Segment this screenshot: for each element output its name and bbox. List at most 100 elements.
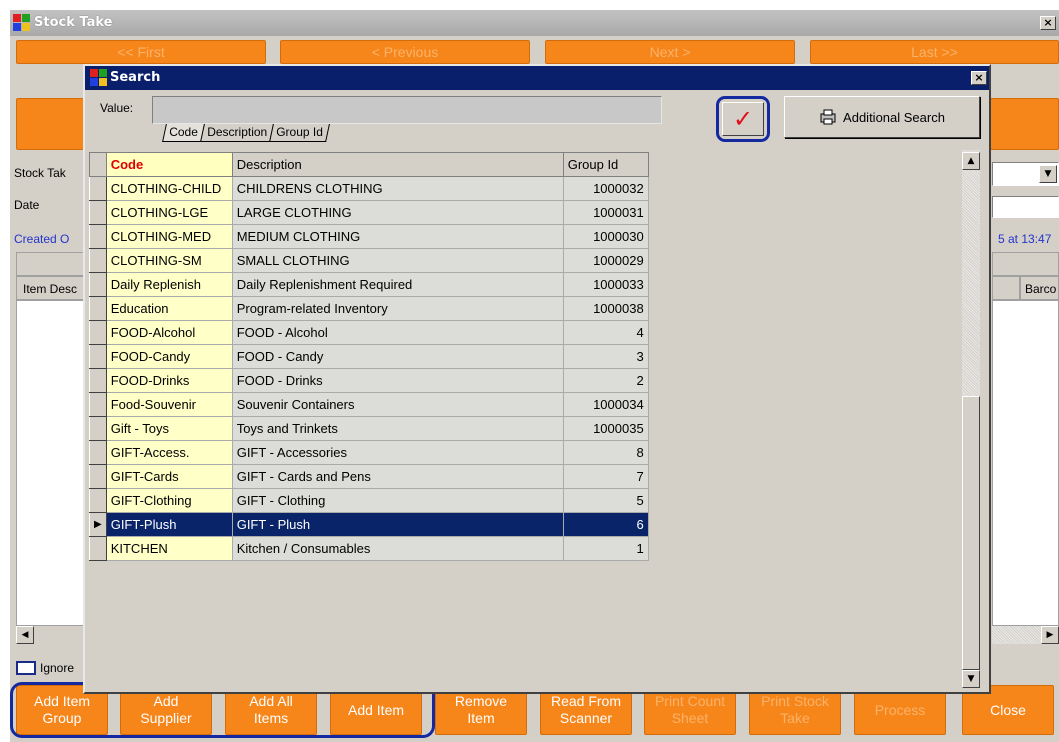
column-header-group-id[interactable]: Group Id xyxy=(562,152,649,177)
code-cell[interactable]: GIFT-Plush xyxy=(105,512,233,537)
description-cell[interactable]: GIFT - Plush xyxy=(231,512,564,537)
table-row[interactable]: FOOD-Candy FOOD - Candy 3 xyxy=(89,344,649,369)
row-indicator[interactable] xyxy=(89,416,107,441)
row-indicator[interactable] xyxy=(89,368,107,393)
code-cell[interactable]: Food-Souvenir xyxy=(105,392,233,417)
tab-group-id[interactable]: Group Id xyxy=(268,124,330,142)
table-row[interactable]: FOOD-Alcohol FOOD - Alcohol 4 xyxy=(89,320,649,345)
row-indicator[interactable] xyxy=(89,224,107,249)
table-row[interactable]: Daily Replenish Daily Replenishment Requi… xyxy=(89,272,649,297)
tab-code[interactable]: Code xyxy=(162,124,205,142)
table-row[interactable]: KITCHEN Kitchen / Consumables 1 xyxy=(89,536,649,561)
row-indicator[interactable] xyxy=(89,296,107,321)
main-close-button[interactable]: × xyxy=(1040,16,1056,30)
code-cell[interactable]: FOOD-Alcohol xyxy=(105,320,233,345)
row-indicator[interactable] xyxy=(89,176,107,201)
table-row[interactable]: Gift - Toys Toys and Trinkets 1000035 xyxy=(89,416,649,441)
row-indicator[interactable] xyxy=(89,320,107,345)
scrollbar-thumb[interactable] xyxy=(962,396,980,670)
table-row[interactable]: Education Program-related Inventory 100003… xyxy=(89,296,649,321)
code-cell[interactable]: GIFT-Access. xyxy=(105,440,233,465)
date-field[interactable] xyxy=(992,196,1059,218)
table-row[interactable]: GIFT-Clothing GIFT - Clothing 5 xyxy=(89,488,649,513)
table-row[interactable]: ▶ GIFT-Plush GIFT - Plush 6 xyxy=(89,512,649,537)
row-indicator[interactable] xyxy=(89,536,107,561)
table-row[interactable]: CLOTHING-CHILD CHILDRENS CLOTHING 1000032 xyxy=(89,176,649,201)
description-cell[interactable]: CHILDRENS CLOTHING xyxy=(231,176,564,201)
scroll-down-icon[interactable]: ▼ xyxy=(962,670,980,688)
scroll-left-icon[interactable]: ◀ xyxy=(16,626,34,644)
search-dialog-close-button[interactable]: × xyxy=(971,71,987,85)
stock-take-select[interactable]: ▼ xyxy=(992,162,1059,186)
additional-search-button[interactable]: Additional Search xyxy=(784,96,980,138)
row-indicator[interactable] xyxy=(89,440,107,465)
description-cell[interactable]: Daily Replenishment Required xyxy=(231,272,564,297)
description-cell[interactable]: FOOD - Candy xyxy=(231,344,564,369)
group-id-cell[interactable]: 1000038 xyxy=(562,296,649,321)
code-cell[interactable]: CLOTHING-CHILD xyxy=(105,176,233,201)
code-cell[interactable]: KITCHEN xyxy=(105,536,233,561)
group-id-cell[interactable]: 7 xyxy=(562,464,649,489)
group-id-cell[interactable]: 1000030 xyxy=(562,224,649,249)
code-cell[interactable]: FOOD-Candy xyxy=(105,344,233,369)
description-cell[interactable]: GIFT - Cards and Pens xyxy=(231,464,564,489)
previous-button[interactable]: < Previous xyxy=(280,40,530,64)
column-header-code[interactable]: Code xyxy=(105,152,233,177)
code-cell[interactable]: CLOTHING-LGE xyxy=(105,200,233,225)
description-cell[interactable]: GIFT - Accessories xyxy=(231,440,564,465)
column-header-description[interactable]: Description xyxy=(231,152,564,177)
table-row[interactable]: Food-Souvenir Souvenir Containers 1000034 xyxy=(89,392,649,417)
code-cell[interactable]: Daily Replenish xyxy=(105,272,233,297)
table-row[interactable]: FOOD-Drinks FOOD - Drinks 2 xyxy=(89,368,649,393)
description-cell[interactable]: Program-related Inventory xyxy=(231,296,564,321)
group-id-cell[interactable]: 1000029 xyxy=(562,248,649,273)
orange-action-right[interactable] xyxy=(990,98,1059,150)
next-button[interactable]: Next > xyxy=(545,40,795,64)
code-cell[interactable]: Education xyxy=(105,296,233,321)
row-indicator[interactable] xyxy=(89,344,107,369)
code-cell[interactable]: Gift - Toys xyxy=(105,416,233,441)
description-cell[interactable]: Toys and Trinkets xyxy=(231,416,564,441)
row-indicator[interactable] xyxy=(89,200,107,225)
ok-checkmark-button[interactable]: ✓ xyxy=(722,102,764,136)
code-cell[interactable]: CLOTHING-SM xyxy=(105,248,233,273)
last-button[interactable]: Last >> xyxy=(810,40,1059,64)
group-id-cell[interactable]: 6 xyxy=(562,512,649,537)
code-cell[interactable]: GIFT-Clothing xyxy=(105,488,233,513)
row-indicator[interactable] xyxy=(89,248,107,273)
table-row[interactable]: GIFT-Access. GIFT - Accessories 8 xyxy=(89,440,649,465)
group-id-cell[interactable]: 5 xyxy=(562,488,649,513)
group-id-cell[interactable]: 1000032 xyxy=(562,176,649,201)
group-id-cell[interactable]: 1000031 xyxy=(562,200,649,225)
row-indicator[interactable] xyxy=(89,392,107,417)
table-row[interactable]: GIFT-Cards GIFT - Cards and Pens 7 xyxy=(89,464,649,489)
group-id-cell[interactable]: 1000035 xyxy=(562,416,649,441)
code-cell[interactable]: FOOD-Drinks xyxy=(105,368,233,393)
search-value-input[interactable] xyxy=(152,96,662,124)
dropdown-arrow-icon[interactable]: ▼ xyxy=(1039,165,1057,183)
group-id-cell[interactable]: 4 xyxy=(562,320,649,345)
orange-action-left[interactable] xyxy=(16,98,86,150)
tab-description[interactable]: Description xyxy=(199,124,274,142)
row-indicator[interactable] xyxy=(89,272,107,297)
description-cell[interactable]: MEDIUM CLOTHING xyxy=(231,224,564,249)
ignore-checkbox[interactable] xyxy=(16,661,36,675)
description-cell[interactable]: GIFT - Clothing xyxy=(231,488,564,513)
code-cell[interactable]: GIFT-Cards xyxy=(105,464,233,489)
table-row[interactable]: CLOTHING-SM SMALL CLOTHING 1000029 xyxy=(89,248,649,273)
code-cell[interactable]: CLOTHING-MED xyxy=(105,224,233,249)
first-button[interactable]: << First xyxy=(16,40,266,64)
description-cell[interactable]: SMALL CLOTHING xyxy=(231,248,564,273)
group-id-cell[interactable]: 1000034 xyxy=(562,392,649,417)
description-cell[interactable]: Souvenir Containers xyxy=(231,392,564,417)
group-id-cell[interactable]: 8 xyxy=(562,440,649,465)
group-id-cell[interactable]: 1000033 xyxy=(562,272,649,297)
group-id-cell[interactable]: 1 xyxy=(562,536,649,561)
table-row[interactable]: CLOTHING-MED MEDIUM CLOTHING 1000030 xyxy=(89,224,649,249)
table-row[interactable]: CLOTHING-LGE LARGE CLOTHING 1000031 xyxy=(89,200,649,225)
hscroll-left[interactable]: ◀ xyxy=(16,626,84,644)
hscroll-right[interactable]: ▶ xyxy=(992,626,1059,644)
row-indicator[interactable] xyxy=(89,488,107,513)
description-cell[interactable]: FOOD - Drinks xyxy=(231,368,564,393)
group-id-cell[interactable]: 3 xyxy=(562,344,649,369)
